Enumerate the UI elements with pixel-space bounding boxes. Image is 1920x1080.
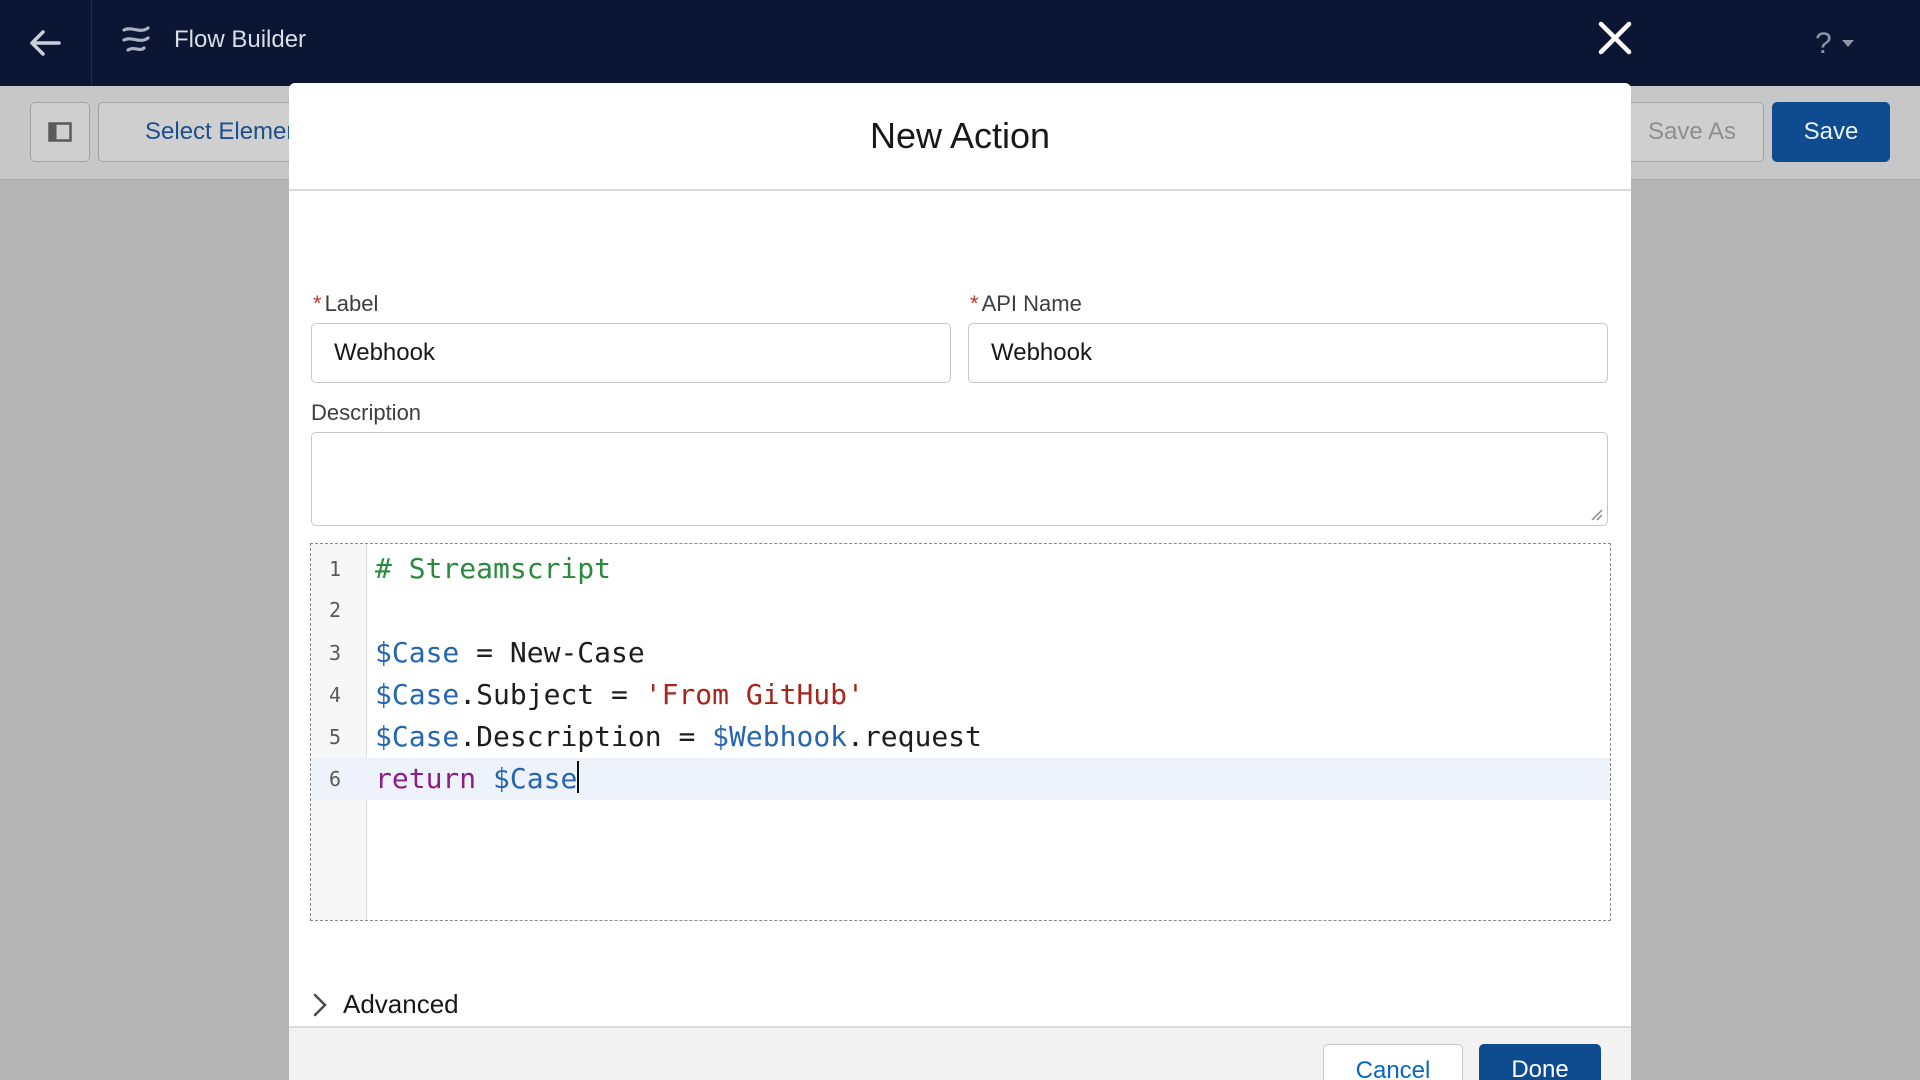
app-title: Flow Builder (174, 26, 307, 53)
code-line-active[interactable]: 6 return $Case (311, 758, 1610, 800)
api-name-input[interactable] (968, 323, 1608, 383)
code-text: $Case.Description = $Webhook.request (375, 716, 982, 758)
code-variable: $Webhook (712, 720, 848, 753)
code-text: # Streamscript (375, 548, 611, 590)
close-button[interactable] (1592, 15, 1638, 61)
new-action-modal: New Action *Label *API Name Description … (289, 83, 1631, 1080)
code-variable: $Case (375, 678, 460, 711)
api-name-field-label: * API Name (970, 291, 1082, 317)
panel-toggle-icon (48, 122, 72, 142)
save-button[interactable]: Save (1772, 102, 1890, 162)
label-input[interactable] (311, 323, 951, 383)
back-button[interactable] (22, 20, 68, 66)
code-line[interactable]: 2 (311, 589, 1610, 631)
chevron-right-icon (313, 993, 327, 1016)
close-icon (1598, 21, 1632, 55)
line-number: 4 (328, 683, 342, 707)
code-text: return $Case (375, 758, 580, 800)
label-field-label-text: Label (324, 291, 379, 316)
chevron-down-icon (1841, 40, 1854, 47)
required-indicator: * (313, 291, 322, 316)
code-plain: .Subject = (459, 678, 645, 711)
code-comment: # Streamscript (375, 552, 612, 585)
modal-header: New Action (289, 83, 1631, 191)
advanced-toggle[interactable]: Advanced (313, 989, 459, 1020)
save-as-button[interactable]: Save As (1620, 102, 1764, 162)
code-variable: $Case (375, 636, 460, 669)
line-number: 5 (328, 725, 342, 749)
api-name-field-label-text: API Name (981, 291, 1082, 316)
done-button[interactable]: Done (1479, 1044, 1601, 1080)
help-menu-button[interactable]: ? (1815, 24, 1854, 64)
label-field-label: * Label (313, 291, 378, 317)
description-field-label: Description (311, 400, 422, 425)
code-plain (476, 762, 493, 795)
top-bar-divider (91, 0, 92, 86)
flow-icon (122, 26, 150, 52)
resize-grip-icon[interactable] (1589, 507, 1603, 521)
description-textarea[interactable] (311, 432, 1608, 526)
help-icon: ? (1815, 27, 1832, 60)
code-text: $Case = New-Case (375, 632, 645, 674)
code-line[interactable]: 5 $Case.Description = $Webhook.request (311, 716, 1610, 758)
panel-toggle-button[interactable] (30, 102, 90, 162)
select-elements-button[interactable]: Select Elements (98, 102, 298, 162)
code-plain: .Description = (459, 720, 713, 753)
cancel-button[interactable]: Cancel (1323, 1044, 1463, 1080)
code-plain: = New-Case (459, 636, 645, 669)
arrow-left-icon (30, 30, 61, 56)
code-line[interactable]: 4 $Case.Subject = 'From GitHub' (311, 674, 1610, 716)
code-variable: $Case (375, 720, 460, 753)
select-elements-label: Select Elements (145, 118, 298, 145)
code-editor[interactable]: 1 # Streamscript 2 3 $Case = New-Case 4 … (310, 543, 1611, 921)
code-text: $Case.Subject = 'From GitHub' (375, 674, 864, 716)
code-string: 'From GitHub' (644, 678, 864, 711)
advanced-label: Advanced (343, 989, 459, 1019)
code-line[interactable]: 1 # Streamscript (311, 548, 1610, 590)
code-plain: .request (847, 720, 982, 753)
line-number: 1 (328, 557, 342, 581)
line-number: 3 (328, 641, 342, 665)
required-indicator: * (970, 291, 979, 316)
line-number: 2 (328, 598, 342, 622)
code-variable: $Case (493, 762, 578, 795)
modal-footer: Cancel Done (289, 1026, 1631, 1080)
code-line[interactable]: 3 $Case = New-Case (311, 632, 1610, 674)
line-number: 6 (328, 767, 342, 791)
code-keyword: return (375, 762, 477, 795)
modal-title: New Action (869, 115, 1051, 156)
text-cursor (577, 761, 580, 793)
top-bar: Flow Builder ? (0, 0, 1920, 86)
